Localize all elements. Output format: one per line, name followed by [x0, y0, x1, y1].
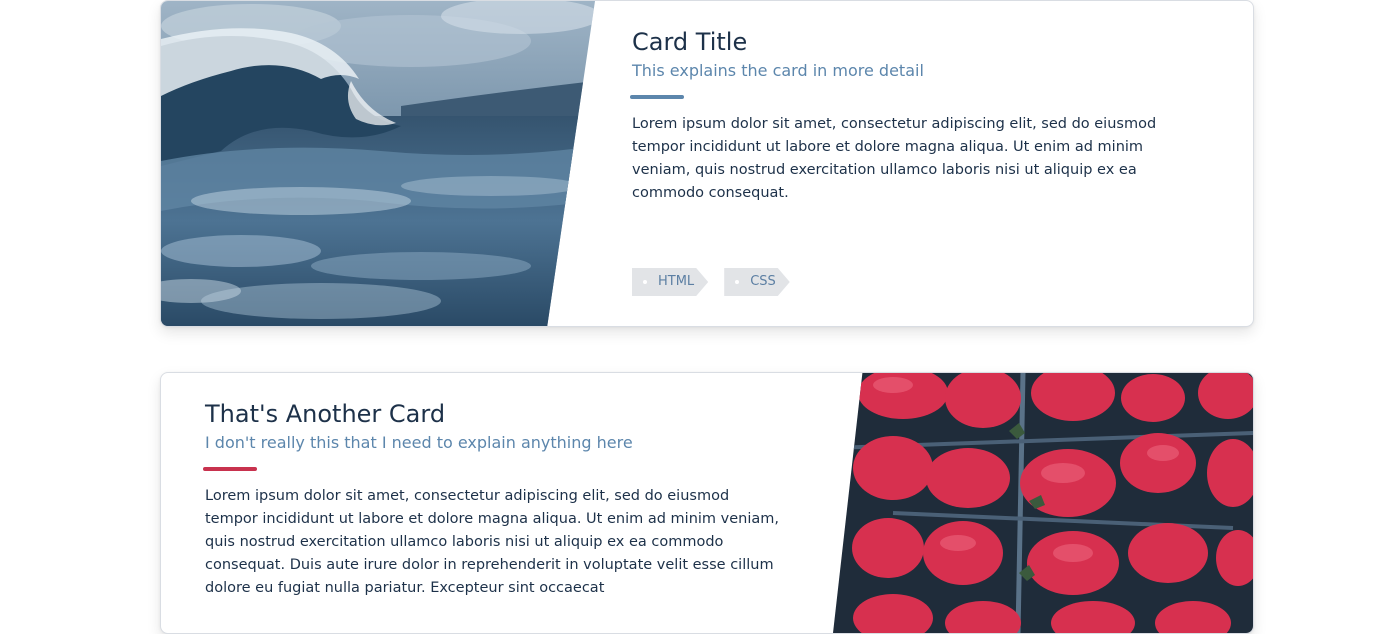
card-subtitle: This explains the card in more detail [632, 61, 924, 80]
tag-html[interactable]: HTML [632, 268, 708, 296]
card-title: That's Another Card [205, 400, 446, 428]
card-1: Card Title This explains the card in mor… [160, 0, 1254, 327]
card-description: Lorem ipsum dolor sit amet, consectetur … [205, 488, 779, 596]
accent-bar [630, 95, 684, 99]
tag-css[interactable]: CSS [724, 268, 790, 296]
card-2-content: That's Another Card I don't really this … [203, 397, 785, 600]
ocean-wave-photo [161, 1, 595, 326]
card-2: That's Another Card I don't really this … [160, 372, 1254, 634]
card-title: Card Title [632, 28, 748, 56]
tag-label: CSS [750, 274, 776, 289]
strawberries-photo [833, 373, 1253, 633]
card-1-content: Card Title This explains the card in mor… [630, 25, 1192, 205]
tag-dot-icon [735, 280, 739, 284]
card-description: Lorem ipsum dolor sit amet, consectetur … [632, 116, 1157, 201]
accent-bar [203, 467, 257, 471]
tag-list: HTML CSS [632, 268, 790, 296]
card-subtitle: I don't really this that I need to expla… [205, 433, 633, 452]
tag-dot-icon [643, 280, 647, 284]
tag-label: HTML [658, 274, 695, 289]
